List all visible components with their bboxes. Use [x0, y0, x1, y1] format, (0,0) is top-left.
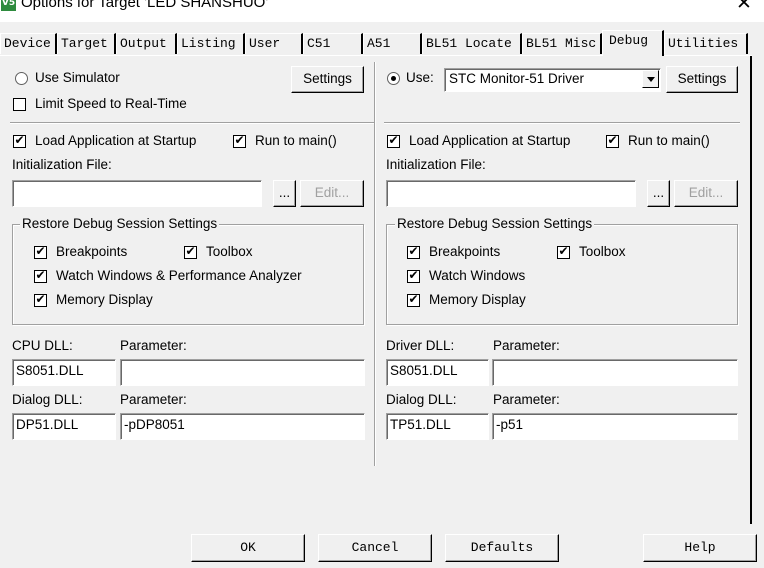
check-icon: ✔	[35, 268, 46, 282]
left-browse-button[interactable]: ...	[273, 180, 296, 207]
left-toolbox-label[interactable]: Toolbox	[206, 244, 253, 259]
left-toolbox-checkbox[interactable]: ✔	[184, 244, 197, 259]
right-load-app-checkbox[interactable]: ✔	[387, 133, 400, 148]
driver-dll-input[interactable]: S8051.DLL	[386, 359, 489, 386]
tab-debug[interactable]: Debug	[602, 30, 664, 56]
check-icon: ✔	[607, 133, 618, 147]
left-restore-group-title: Restore Debug Session Settings	[20, 216, 220, 231]
check-icon: ✔	[185, 244, 196, 258]
right-memory-label[interactable]: Memory Display	[429, 292, 526, 307]
driver-param-input[interactable]	[492, 359, 738, 386]
check-icon: ✔	[35, 292, 46, 306]
driver-select-value: STC Monitor-51 Driver	[449, 71, 585, 86]
tab-a51[interactable]: A51	[363, 33, 422, 54]
check-icon: ✔	[408, 292, 419, 306]
right-run-to-main-checkbox[interactable]: ✔	[606, 133, 619, 148]
right-dialog-dll-label: Dialog DLL:	[386, 392, 457, 407]
left-breakpoints-checkbox[interactable]: ✔	[34, 244, 47, 259]
check-icon: ✔	[14, 133, 25, 147]
tab-utilities[interactable]: Utilities	[664, 33, 748, 54]
left-run-to-main-checkbox[interactable]: ✔	[233, 133, 246, 148]
tab-device[interactable]: Device	[0, 33, 57, 54]
left-watch-label[interactable]: Watch Windows & Performance Analyzer	[56, 268, 302, 283]
chevron-down-icon[interactable]	[642, 70, 659, 88]
right-dialog-param-input[interactable]: -p51	[492, 413, 738, 440]
right-edit-button[interactable]: Edit...	[674, 180, 738, 207]
defaults-button[interactable]: Defaults	[445, 534, 559, 562]
left-load-app-label[interactable]: Load Application at Startup	[35, 133, 196, 148]
left-breakpoints-label[interactable]: Breakpoints	[56, 244, 127, 259]
check-icon: ✔	[234, 133, 245, 147]
cpu-param-label: Parameter:	[120, 338, 187, 353]
right-init-file-label: Initialization File:	[386, 157, 486, 172]
check-icon: ✔	[35, 244, 46, 258]
use-driver-label[interactable]: Use:	[406, 70, 434, 85]
radio-dot	[391, 76, 396, 81]
cpu-dll-input[interactable]: S8051.DLL	[12, 359, 116, 386]
tab-c51[interactable]: C51	[303, 33, 363, 54]
app-icon: V5	[1, 0, 16, 11]
left-dialog-param-label: Parameter:	[120, 392, 187, 407]
left-load-app-checkbox[interactable]: ✔	[13, 133, 26, 148]
window-title: Options for Target 'LED SHANSHUO'	[21, 0, 269, 11]
right-separator-highlight	[384, 123, 740, 124]
left-dialog-dll-input[interactable]: DP51.DLL	[12, 413, 116, 440]
cancel-button[interactable]: Cancel	[318, 534, 432, 562]
right-dialog-param-label: Parameter:	[493, 392, 560, 407]
cpu-dll-label: CPU DLL:	[12, 338, 73, 353]
left-init-file-input[interactable]	[12, 180, 262, 207]
help-button[interactable]: Help	[643, 534, 757, 562]
left-memory-checkbox[interactable]: ✔	[34, 292, 47, 307]
tab-bl51-misc[interactable]: BL51 Misc	[522, 33, 602, 54]
tab-listing[interactable]: Listing	[177, 33, 245, 54]
left-memory-label[interactable]: Memory Display	[56, 292, 153, 307]
right-watch-checkbox[interactable]: ✔	[407, 268, 420, 283]
right-breakpoints-checkbox[interactable]: ✔	[407, 244, 420, 259]
tab-output[interactable]: Output	[116, 33, 177, 54]
driver-settings-button[interactable]: Settings	[666, 66, 738, 93]
right-browse-button[interactable]: ...	[647, 180, 670, 207]
right-dialog-dll-input[interactable]: TP51.DLL	[386, 413, 489, 440]
left-edit-button[interactable]: Edit...	[300, 180, 364, 207]
check-icon: ✔	[408, 244, 419, 258]
simulator-settings-button[interactable]: Settings	[291, 66, 364, 93]
check-icon: ✔	[388, 133, 399, 147]
left-watch-checkbox[interactable]: ✔	[34, 268, 47, 283]
cpu-param-input[interactable]	[120, 359, 365, 386]
check-icon: ✔	[558, 244, 569, 258]
right-toolbox-label[interactable]: Toolbox	[579, 244, 626, 259]
use-simulator-radio[interactable]	[15, 72, 28, 85]
close-icon[interactable]: ✕	[733, 0, 755, 14]
right-restore-group-title: Restore Debug Session Settings	[395, 216, 595, 231]
tab-target[interactable]: Target	[57, 33, 116, 54]
use-driver-radio[interactable]	[387, 72, 400, 85]
tab-user[interactable]: User	[245, 33, 303, 54]
driver-select[interactable]: STC Monitor-51 Driver	[444, 68, 661, 92]
ok-button[interactable]: OK	[191, 534, 305, 562]
limit-speed-label[interactable]: Limit Speed to Real-Time	[35, 96, 187, 111]
limit-speed-checkbox[interactable]	[13, 98, 26, 111]
tab-bl51-locate[interactable]: BL51 Locate	[422, 33, 522, 54]
driver-param-label: Parameter:	[493, 338, 560, 353]
right-toolbox-checkbox[interactable]: ✔	[557, 244, 570, 259]
right-breakpoints-label[interactable]: Breakpoints	[429, 244, 500, 259]
use-simulator-label[interactable]: Use Simulator	[35, 70, 120, 85]
left-run-to-main-label[interactable]: Run to main()	[255, 133, 337, 148]
left-separator-highlight	[10, 123, 374, 124]
right-run-to-main-label[interactable]: Run to main()	[628, 133, 710, 148]
left-init-file-label: Initialization File:	[12, 157, 112, 172]
right-load-app-label[interactable]: Load Application at Startup	[409, 133, 570, 148]
column-divider-highlight	[375, 62, 376, 466]
left-dialog-dll-label: Dialog DLL:	[12, 392, 83, 407]
driver-dll-label: Driver DLL:	[386, 338, 455, 353]
check-icon: ✔	[408, 268, 419, 282]
right-memory-checkbox[interactable]: ✔	[407, 292, 420, 307]
right-watch-label[interactable]: Watch Windows	[429, 268, 525, 283]
left-dialog-param-input[interactable]: -pDP8051	[120, 413, 365, 440]
right-init-file-input[interactable]	[386, 180, 636, 207]
